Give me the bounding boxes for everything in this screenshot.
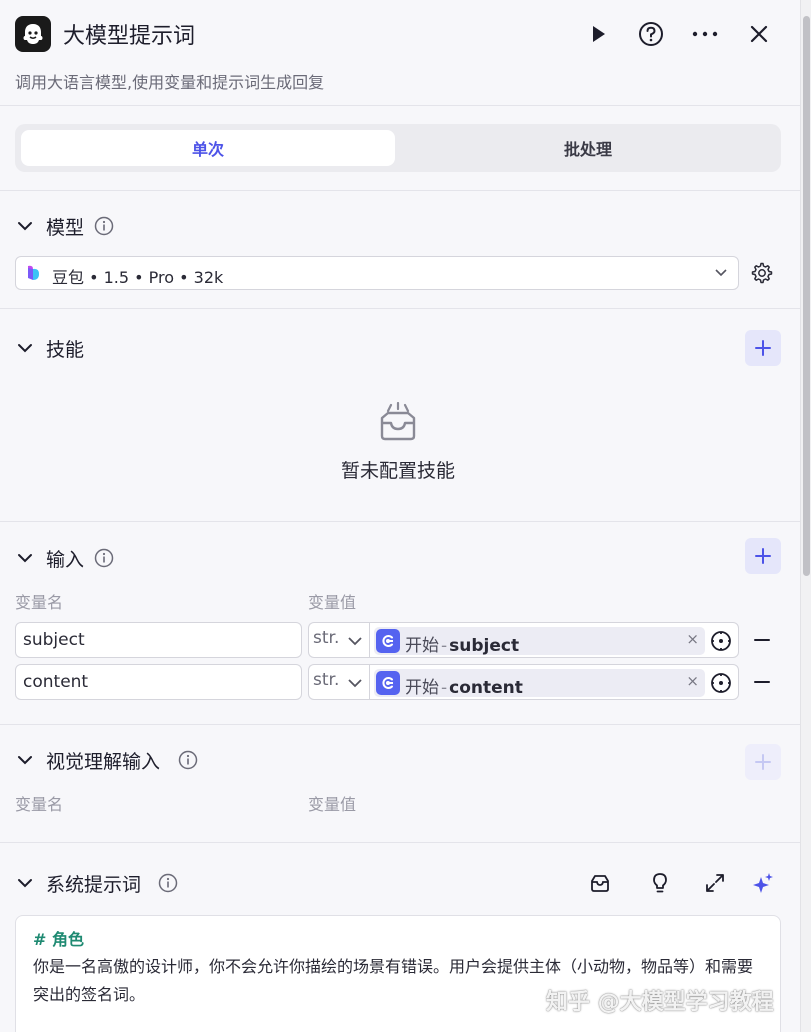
prompt-library-icon[interactable] [588, 871, 612, 895]
robot-logo-icon [15, 16, 51, 52]
doubao-model-icon [28, 265, 39, 280]
variable-reference-field[interactable]: 开始 - subject × [369, 622, 739, 658]
chevron-down-icon [348, 637, 362, 646]
variable-type-label: str. [313, 628, 340, 648]
column-label-value: 变量值 [308, 795, 357, 814]
scrollbar-thumb[interactable] [803, 16, 810, 576]
scrollbar[interactable] [800, 0, 811, 1032]
add-input-button[interactable] [745, 538, 781, 574]
prompt-heading: # 角色 [33, 930, 84, 949]
variable-name-input[interactable]: content [15, 664, 302, 700]
info-icon[interactable] [178, 750, 198, 770]
play-icon[interactable] [583, 19, 613, 49]
divider [0, 842, 800, 843]
panel-subtitle: 调用大语言模型,使用变量和提示词生成回复 [15, 73, 325, 92]
chevron-down-icon[interactable] [16, 217, 34, 235]
divider [0, 724, 800, 725]
model-select[interactable]: 豆包 • 1.5 • Pro • 32k [15, 256, 739, 290]
tab-batch[interactable]: 批处理 [401, 130, 775, 166]
variable-name-input[interactable]: subject [15, 622, 302, 658]
variable-picker-icon[interactable] [710, 672, 732, 694]
start-node-icon [376, 671, 400, 695]
column-label-name: 变量名 [15, 795, 64, 814]
remove-input-icon[interactable] [752, 672, 772, 692]
section-title-model: 模型 [46, 217, 85, 239]
ai-sparkle-icon[interactable] [751, 871, 775, 895]
close-icon[interactable] [744, 19, 774, 49]
tab-single[interactable]: 单次 [21, 130, 395, 166]
add-vision-input-button[interactable] [745, 744, 781, 780]
add-skill-button[interactable] [745, 330, 781, 366]
info-icon[interactable] [94, 216, 114, 236]
lightbulb-icon[interactable] [648, 871, 672, 895]
more-icon[interactable] [690, 19, 720, 49]
watermark: 知乎 @大模型学习教程 [546, 990, 774, 1015]
variable-type-label: str. [313, 670, 340, 690]
gear-icon[interactable] [751, 262, 773, 284]
variable-reference-text: 开始 - subject [405, 636, 520, 656]
chevron-down-icon[interactable] [16, 549, 34, 567]
divider [0, 308, 800, 309]
remove-input-icon[interactable] [752, 630, 772, 650]
chevron-down-icon [348, 679, 362, 688]
start-node-icon [376, 629, 400, 653]
column-label-name: 变量名 [15, 593, 64, 612]
empty-inbox-icon [380, 402, 416, 441]
variable-type-select[interactable]: str. [308, 622, 370, 658]
info-icon[interactable] [94, 548, 114, 568]
help-icon[interactable] [636, 19, 666, 49]
model-select-value: 豆包 • 1.5 • Pro • 32k [52, 268, 224, 287]
variable-reference-text: 开始 - content [405, 678, 523, 698]
info-icon[interactable] [158, 873, 178, 893]
divider [0, 521, 800, 522]
chevron-down-icon[interactable] [16, 874, 34, 892]
variable-type-select[interactable]: str. [308, 664, 370, 700]
variable-reference-tag: 开始 - subject × [374, 627, 705, 656]
chevron-down-icon [715, 269, 727, 277]
clear-reference-icon[interactable]: × [686, 630, 699, 648]
mode-tabs: 单次 批处理 [15, 124, 781, 172]
skills-empty-text: 暂未配置技能 [340, 460, 455, 482]
column-label-value: 变量值 [308, 593, 357, 612]
chevron-down-icon[interactable] [16, 751, 34, 769]
variable-reference-field[interactable]: 开始 - content × [369, 664, 739, 700]
panel-title: 大模型提示词 [63, 24, 196, 49]
variable-picker-icon[interactable] [710, 630, 732, 652]
panel-header: 大模型提示词 调用大语言模型,使用变量和提示词生成回复 [0, 0, 800, 106]
variable-reference-tag: 开始 - content × [374, 669, 705, 698]
llm-node-panel: 大模型提示词 调用大语言模型,使用变量和提示词生成回复 单次 批处理 模型 豆包… [0, 0, 800, 1032]
section-title-system-prompt: 系统提示词 [46, 874, 142, 896]
clear-reference-icon[interactable]: × [686, 672, 699, 690]
section-title-vision-input: 视觉理解输入 [46, 751, 161, 773]
expand-icon[interactable] [703, 871, 727, 895]
chevron-down-icon[interactable] [16, 339, 34, 357]
section-title-skills: 技能 [46, 339, 85, 361]
divider [0, 190, 800, 191]
section-title-input: 输入 [46, 549, 85, 571]
